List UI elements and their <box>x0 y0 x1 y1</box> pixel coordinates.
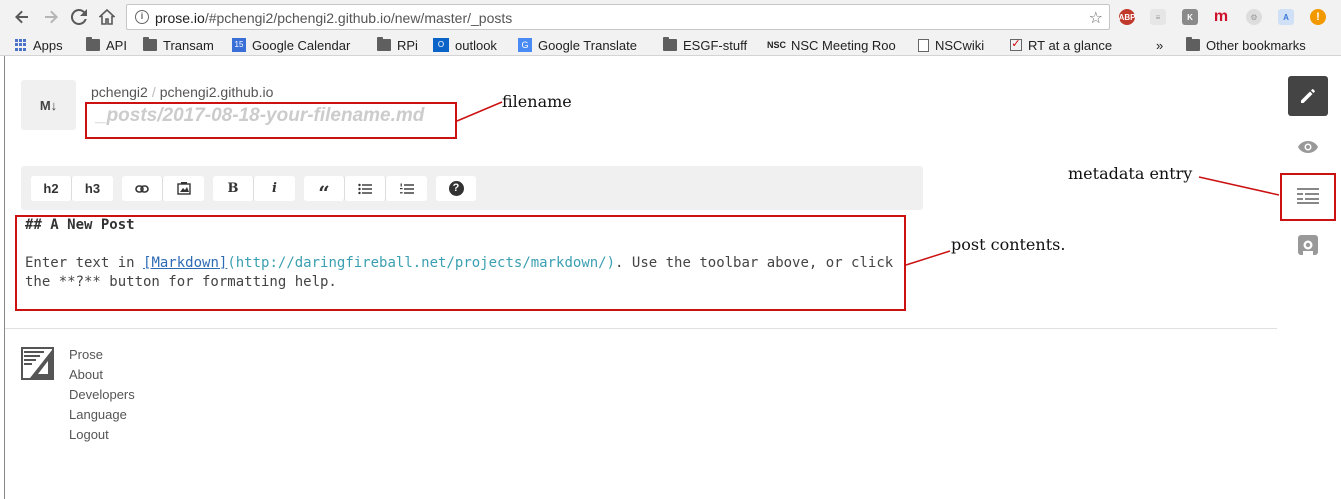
back-icon[interactable] <box>12 7 32 27</box>
bookmark-label: Transam <box>163 37 214 53</box>
overflow-chevron-icon: » <box>1156 37 1164 53</box>
bookmark-label: NSCwiki <box>935 37 985 53</box>
bookmark-rt-at-a-glance[interactable]: ✓ RT at a glance <box>1010 37 1112 53</box>
metadata-pointer-line <box>1198 176 1280 196</box>
bookmark-google-calendar[interactable]: 15 Google Calendar <box>232 37 350 53</box>
breadcrumb-separator: / <box>151 84 156 100</box>
bookmark-label: Apps <box>33 37 63 53</box>
filename-pointer-line <box>456 101 503 122</box>
folder-icon <box>143 37 157 51</box>
extension-translate-icon[interactable]: A <box>1278 9 1294 25</box>
folder-icon <box>1186 37 1200 51</box>
nsc-icon: NSC <box>767 40 787 50</box>
bookmark-google-translate[interactable]: G Google Translate <box>518 37 637 53</box>
folder-icon <box>86 37 100 51</box>
outlook-icon: O <box>433 38 449 52</box>
info-icon[interactable]: i <box>135 10 149 24</box>
footer-link-language[interactable]: Language <box>69 407 127 422</box>
bookmark-outlook[interactable]: O outlook <box>433 37 497 53</box>
breadcrumb-repo[interactable]: pchengi2.github.io <box>160 84 274 100</box>
eye-icon <box>1298 141 1318 153</box>
chrome-alert-icon[interactable]: ! <box>1310 9 1326 25</box>
bookmark-rpi[interactable]: RPi <box>377 37 418 53</box>
metadata-annotation: metadata entry <box>1068 164 1193 183</box>
bookmark-star-icon[interactable]: ☆ <box>1089 8 1103 28</box>
bookmark-label: Google Translate <box>538 37 638 53</box>
bookmark-api[interactable]: API <box>86 37 127 53</box>
bookmark-esgf-stuff[interactable]: ESGF-stuff <box>663 37 747 53</box>
reload-icon[interactable] <box>69 7 89 27</box>
numbered-list-icon <box>399 183 414 194</box>
pencil-icon <box>1301 89 1315 103</box>
save-disk-icon <box>1298 235 1318 255</box>
url-text: prose.io/#pchengi2/pchengi2.github.io/ne… <box>155 10 513 26</box>
address-bar[interactable]: i prose.io/#pchengi2/pchengi2.github.io/… <box>126 4 1110 30</box>
extension-gear-icon[interactable]: ⚙ <box>1246 9 1262 25</box>
other-bookmarks[interactable]: Other bookmarks <box>1186 37 1306 53</box>
bookmark-label: outlook <box>455 37 497 53</box>
browser-toolbar: i prose.io/#pchengi2/pchengi2.github.io/… <box>0 0 1341 34</box>
help-icon: ? <box>448 181 464 196</box>
page-edge <box>4 56 5 499</box>
extension-k-icon[interactable]: K <box>1182 9 1198 25</box>
image-icon <box>176 182 191 195</box>
contents-annotation: post contents. <box>951 235 1066 254</box>
bookmark-label: API <box>106 37 127 53</box>
image-button[interactable] <box>163 176 204 201</box>
bullet-list-button[interactable] <box>345 176 386 201</box>
apps-grid-icon <box>15 39 27 51</box>
breadcrumb-user[interactable]: pchengi2 <box>91 84 148 100</box>
prose-logo-icon <box>21 347 54 380</box>
calendar-icon: 15 <box>232 38 246 52</box>
bookmark-nsc-meeting[interactable]: NSC NSC Meeting Roo <box>767 37 896 53</box>
preview-button[interactable] <box>1288 127 1328 167</box>
heading2-button[interactable]: h2 <box>31 176 72 201</box>
bookmark-label: Google Calendar <box>252 37 351 53</box>
bookmark-apps[interactable]: Apps <box>15 37 63 53</box>
home-icon[interactable] <box>97 7 117 27</box>
bookmark-transam[interactable]: Transam <box>143 37 214 53</box>
link-icon <box>135 184 149 193</box>
extension-m-icon[interactable]: m <box>1213 8 1229 25</box>
footer-link-about[interactable]: About <box>69 367 103 382</box>
bookmark-label: Other bookmarks <box>1206 37 1306 53</box>
contents-pointer-line <box>905 250 951 266</box>
folder-icon <box>663 37 677 51</box>
page-icon <box>918 38 929 52</box>
footer-link-logout[interactable]: Logout <box>69 427 109 442</box>
help-button[interactable]: ? <box>436 176 476 201</box>
folder-icon <box>377 37 391 51</box>
translate-icon: G <box>518 38 532 52</box>
metadata-highlight-box <box>1280 173 1336 221</box>
extension-doc-icon[interactable]: ≡ <box>1150 9 1166 25</box>
blockquote-button[interactable]: “ <box>304 176 345 203</box>
edit-mode-button[interactable] <box>1288 76 1328 116</box>
bookmark-label: NSC Meeting Roo <box>791 37 896 53</box>
markdown-badge: M↓ <box>21 80 76 130</box>
footer-divider <box>5 328 1277 329</box>
heading3-button[interactable]: h3 <box>72 176 113 201</box>
contents-highlight-box <box>15 215 906 311</box>
footer-link-developers[interactable]: Developers <box>69 387 135 402</box>
save-button[interactable] <box>1288 225 1328 265</box>
bookmarks-bar: Apps API Transam 15 Google Calendar RPi … <box>0 34 1341 56</box>
bookmark-nscwiki[interactable]: NSCwiki <box>918 37 984 53</box>
bullet-list-icon <box>358 183 372 194</box>
filename-annotation: filename <box>502 92 572 111</box>
adblock-icon[interactable]: ABP <box>1119 9 1135 25</box>
filename-highlight-box <box>85 102 457 139</box>
bookmark-label: RT at a glance <box>1028 37 1113 53</box>
italic-button[interactable]: i <box>254 176 295 201</box>
breadcrumb: pchengi2/pchengi2.github.io <box>91 84 273 100</box>
bold-button[interactable]: B <box>213 176 254 201</box>
forward-icon[interactable] <box>41 7 61 27</box>
footer-link-prose[interactable]: Prose <box>69 347 103 362</box>
bookmark-label: RPi <box>397 37 418 53</box>
bookmark-label: ESGF-stuff <box>683 37 748 53</box>
rt-icon: ✓ <box>1010 38 1022 51</box>
link-button[interactable] <box>122 176 163 201</box>
bookmarks-overflow-button[interactable]: » <box>1156 37 1163 53</box>
numbered-list-button[interactable] <box>386 176 427 201</box>
